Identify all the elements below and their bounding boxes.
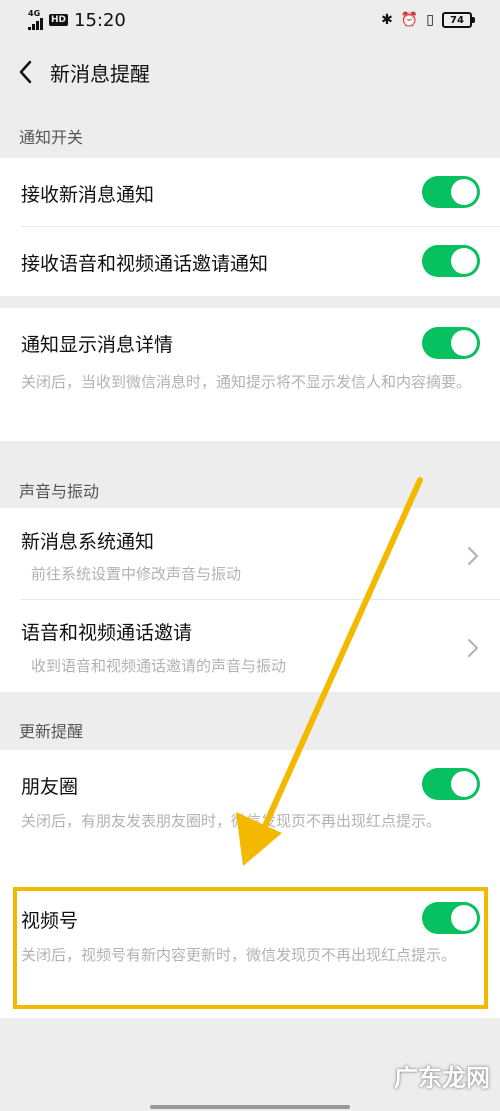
battery-icon: 74 [442,12,475,28]
chevron-left-icon [19,60,32,84]
show-detail-toggle[interactable] [422,327,480,359]
show-detail-group: 通知显示消息详情 关闭后，当收到微信消息时，通知提示将不显示发信人和内容摘要。 [0,308,500,441]
annotation-highlight-box [13,887,488,1009]
section-header-notify: 通知开关 [19,128,84,147]
receive-call-invite-row: 接收语音和视频通话邀请通知 [0,227,500,296]
alarm-icon: ⏰ [400,12,419,28]
status-time: 15:20 [74,9,126,31]
page-title: 新消息提醒 [50,61,150,86]
chevron-right-icon [468,547,478,565]
home-indicator [150,1105,350,1109]
hd-badge: HD [49,14,69,26]
row-title: 朋友圈 [21,776,79,798]
row-description: 前往系统设置中修改声音与振动 [31,565,242,583]
row-description: 关闭后，当收到微信消息时，通知提示将不显示发信人和内容摘要。 [21,373,472,391]
row-description: 关闭后，有朋友发表朋友圈时，微信发现页不再出现红点提示。 [21,812,442,830]
row-title: 接收新消息通知 [21,184,155,206]
nav-bar: 新消息提醒 [0,45,500,99]
battery-level: 74 [450,14,464,26]
notify-group: 接收新消息通知 接收语音和视频通话邀请通知 [0,158,500,296]
watermark: 广东龙网 [394,1064,490,1092]
status-bar: 4G HD 15:20 ✱ ⏰ ▯ 74 [0,0,500,40]
system-notify-row[interactable]: 新消息系统通知 前往系统设置中修改声音与振动 [0,508,500,600]
network-type: 4G [28,9,41,18]
section-header-update: 更新提醒 [19,722,84,741]
show-detail-row: 通知显示消息详情 关闭后，当收到微信消息时，通知提示将不显示发信人和内容摘要。 [0,308,500,441]
vibrate-icon: ▯ [426,12,434,28]
moments-row: 朋友圈 关闭后，有朋友发表朋友圈时，微信发现页不再出现红点提示。 [0,750,500,884]
row-description: 收到语音和视频通话邀请的声音与振动 [31,657,287,675]
section-header-sound: 声音与振动 [19,482,100,501]
chevron-right-icon [468,639,478,657]
bluetooth-icon: ✱ [381,12,393,28]
cellular-signal-icon: 4G [28,10,43,30]
receive-call-invite-toggle[interactable] [422,245,480,277]
row-title: 语音和视频通话邀请 [21,622,193,644]
call-invite-sound-row[interactable]: 语音和视频通话邀请 收到语音和视频通话邀请的声音与振动 [0,600,500,692]
receive-new-message-toggle[interactable] [422,176,480,208]
row-title: 新消息系统通知 [21,531,155,553]
row-title: 通知显示消息详情 [21,334,174,356]
moments-toggle[interactable] [422,768,480,800]
row-title: 接收语音和视频通话邀请通知 [21,253,269,275]
receive-new-message-row: 接收新消息通知 [0,158,500,227]
back-button[interactable] [0,45,50,99]
sound-group: 新消息系统通知 前往系统设置中修改声音与振动 语音和视频通话邀请 收到语音和视频… [0,508,500,692]
